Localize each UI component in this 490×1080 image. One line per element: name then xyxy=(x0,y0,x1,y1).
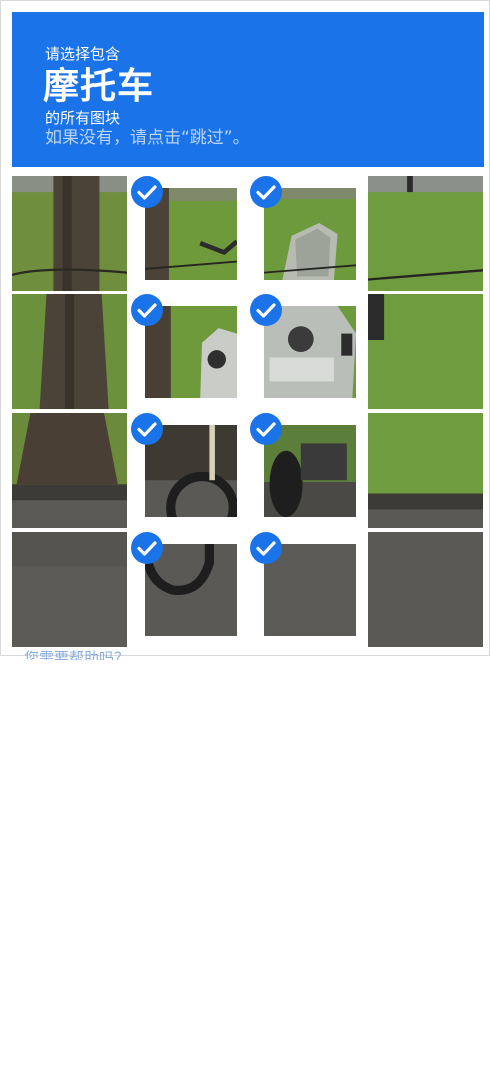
checkmark-circle-icon xyxy=(250,413,282,445)
image-tile[interactable] xyxy=(368,532,483,647)
image-tile[interactable] xyxy=(131,176,246,291)
image-tile[interactable] xyxy=(12,294,127,409)
target-object-label: 摩托车 xyxy=(43,66,155,107)
checkmark-circle-icon xyxy=(131,176,163,208)
tile-image xyxy=(368,532,483,647)
checkmark-circle-icon xyxy=(131,413,163,445)
tile-image xyxy=(12,413,127,528)
checkmark-circle-icon xyxy=(131,294,163,326)
tile-image xyxy=(368,413,483,528)
captcha-challenge-frame: 请选择包含 摩托车 的所有图块 如果没有，请点击“跳过”。 xyxy=(0,0,490,656)
prompt-suffix: 的所有图块 xyxy=(45,109,121,127)
image-tile[interactable] xyxy=(12,532,127,647)
checkmark-circle-icon xyxy=(250,176,282,208)
image-tile[interactable] xyxy=(12,176,127,291)
tile-image xyxy=(12,532,127,647)
image-tile[interactable] xyxy=(131,294,246,409)
tile-image xyxy=(368,294,483,409)
image-tile[interactable] xyxy=(250,532,365,647)
image-tile[interactable] xyxy=(131,413,246,528)
skip-hint: 如果没有，请点击“跳过”。 xyxy=(45,128,250,148)
image-tile[interactable] xyxy=(250,413,365,528)
image-tile-grid xyxy=(12,176,484,647)
prompt-prefix: 请选择包含 xyxy=(45,45,121,63)
checkmark-circle-icon xyxy=(250,532,282,564)
image-tile[interactable] xyxy=(368,176,483,291)
image-tile[interactable] xyxy=(250,294,365,409)
checkmark-circle-icon xyxy=(131,532,163,564)
tile-image xyxy=(368,176,483,291)
checkmark-circle-icon xyxy=(250,294,282,326)
image-tile[interactable] xyxy=(368,413,483,528)
help-link[interactable]: 您需要帮助吗？ xyxy=(24,647,129,660)
image-tile[interactable] xyxy=(368,294,483,409)
image-tile[interactable] xyxy=(250,176,365,291)
tile-image xyxy=(12,294,127,409)
image-tile[interactable] xyxy=(12,413,127,528)
image-tile[interactable] xyxy=(131,532,246,647)
tile-image xyxy=(12,176,127,291)
instructions-header: 请选择包含 摩托车 的所有图块 如果没有，请点击“跳过”。 xyxy=(12,12,484,167)
